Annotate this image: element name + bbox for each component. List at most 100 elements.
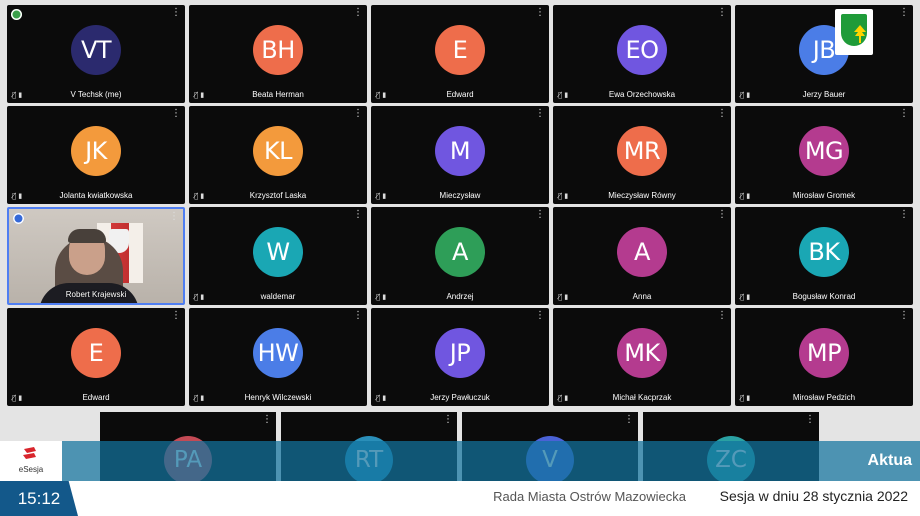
participant-video bbox=[9, 209, 183, 303]
mic-muted-icon: 🎙̸ ▮ bbox=[740, 394, 751, 402]
participant-tile[interactable]: MG Mirosław Gromek 🎙̸ ▮ ⋮ bbox=[735, 106, 913, 204]
participant-name: Michał Kacprzak bbox=[612, 393, 672, 402]
participant-tile[interactable]: E Edward 🎙̸ ▮ ⋮ bbox=[371, 5, 549, 103]
participant-tile[interactable]: MP Mirosław Pedzich 🎙̸ ▮ ⋮ bbox=[735, 308, 913, 406]
more-options-icon[interactable]: ⋮ bbox=[535, 8, 545, 18]
speaker-hair bbox=[68, 229, 106, 243]
participant-name: Jolanta kwiatkowska bbox=[59, 191, 133, 200]
participant-tile[interactable]: A Anna 🎙̸ ▮ ⋮ bbox=[553, 207, 731, 305]
more-options-icon[interactable]: ⋮ bbox=[171, 8, 181, 18]
more-options-icon[interactable]: ⋮ bbox=[717, 109, 727, 119]
participant-tile[interactable]: EO Ewa Orzechowska 🎙̸ ▮ ⋮ bbox=[553, 5, 731, 103]
participant-avatar: MG bbox=[799, 126, 849, 176]
participant-avatar: A bbox=[435, 227, 485, 277]
more-options-icon[interactable]: ⋮ bbox=[899, 311, 909, 321]
participant-tile[interactable]: MR Mieczysław Równy 🎙̸ ▮ ⋮ bbox=[553, 106, 731, 204]
participant-name: Krzysztof Laska bbox=[249, 191, 307, 200]
more-options-icon[interactable]: ⋮ bbox=[353, 8, 363, 18]
participant-tile[interactable]: HW Henryk Wilczewski 🎙̸ ▮ ⋮ bbox=[189, 308, 367, 406]
clock: 15:12 bbox=[0, 481, 78, 516]
mic-muted-icon: 🎙̸ ▮ bbox=[12, 91, 23, 99]
participant-tile[interactable]: JB Jerzy Bauer 🎙̸ ▮ ⋮ bbox=[735, 5, 913, 103]
pin-icon[interactable] bbox=[11, 9, 22, 20]
participant-name: Jerzy Pawłuczuk bbox=[430, 393, 490, 402]
participant-name: Mieczysław bbox=[439, 191, 481, 200]
mic-muted-icon: 🎙̸ ▮ bbox=[12, 394, 23, 402]
more-options-icon[interactable]: ⋮ bbox=[353, 109, 363, 119]
participant-avatar: MK bbox=[617, 328, 667, 378]
mic-muted-icon: 🎙̸ ▮ bbox=[194, 192, 205, 200]
participant-tile[interactable]: Robert Krajewski ⋮ bbox=[7, 207, 185, 305]
more-options-icon[interactable]: ⋮ bbox=[535, 109, 545, 119]
mic-muted-icon: 🎙̸ ▮ bbox=[376, 293, 387, 301]
participant-name: Ewa Orzechowska bbox=[608, 90, 676, 99]
council-name: Rada Miasta Ostrów Mazowiecka bbox=[493, 489, 686, 504]
more-options-icon[interactable]: ⋮ bbox=[262, 415, 272, 425]
more-options-icon[interactable]: ⋮ bbox=[171, 109, 181, 119]
mic-muted-icon: 🎙̸ ▮ bbox=[194, 394, 205, 402]
participant-tile[interactable]: KL Krzysztof Laska 🎙̸ ▮ ⋮ bbox=[189, 106, 367, 204]
more-options-icon[interactable]: ⋮ bbox=[171, 311, 181, 321]
esesja-mark-icon bbox=[23, 447, 36, 459]
participant-name: Bogusław Konrad bbox=[792, 292, 856, 301]
more-options-icon[interactable]: ⋮ bbox=[353, 311, 363, 321]
ticker-text: Aktua bbox=[867, 452, 912, 469]
more-options-icon[interactable]: ⋮ bbox=[169, 212, 179, 222]
participant-tile[interactable]: Wwaldemar 🎙̸ ▮ ⋮ bbox=[189, 207, 367, 305]
more-options-icon[interactable]: ⋮ bbox=[624, 415, 634, 425]
participant-tile[interactable]: JP Jerzy Pawłuczuk 🎙̸ ▮ ⋮ bbox=[371, 308, 549, 406]
esesja-label: eSesja bbox=[18, 465, 44, 474]
mic-muted-icon: 🎙̸ ▮ bbox=[194, 293, 205, 301]
participant-avatar: MR bbox=[617, 126, 667, 176]
participant-name: waldemar bbox=[260, 292, 296, 301]
participant-name: Jerzy Bauer bbox=[802, 90, 846, 99]
participant-name: Mieczysław Równy bbox=[608, 191, 676, 200]
participant-avatar: A bbox=[617, 227, 667, 277]
participant-name: Anna bbox=[632, 292, 652, 301]
more-options-icon[interactable]: ⋮ bbox=[353, 210, 363, 220]
participant-tile[interactable]: JK Jolanta kwiatkowska 🎙̸ ▮ ⋮ bbox=[7, 106, 185, 204]
participant-avatar: E bbox=[71, 328, 121, 378]
participant-name: Robert Krajewski bbox=[65, 290, 127, 299]
mic-muted-icon: 🎙̸ ▮ bbox=[558, 394, 569, 402]
more-options-icon[interactable]: ⋮ bbox=[899, 8, 909, 18]
mic-muted-icon: 🎙̸ ▮ bbox=[376, 91, 387, 99]
mic-muted-icon: 🎙̸ ▮ bbox=[740, 91, 751, 99]
participant-tile[interactable]: BK Bogusław Konrad 🎙̸ ▮ ⋮ bbox=[735, 207, 913, 305]
participant-tile[interactable]: A Andrzej 🎙̸ ▮ ⋮ bbox=[371, 207, 549, 305]
more-options-icon[interactable]: ⋮ bbox=[899, 109, 909, 119]
participant-avatar: EO bbox=[617, 25, 667, 75]
pin-icon[interactable] bbox=[13, 213, 24, 224]
mic-muted-icon: 🎙̸ ▮ bbox=[558, 293, 569, 301]
mic-muted-icon: 🎙̸ ▮ bbox=[558, 192, 569, 200]
more-options-icon[interactable]: ⋮ bbox=[717, 210, 727, 220]
more-options-icon[interactable]: ⋮ bbox=[443, 415, 453, 425]
participant-avatar: VT bbox=[71, 25, 121, 75]
more-options-icon[interactable]: ⋮ bbox=[535, 311, 545, 321]
more-options-icon[interactable]: ⋮ bbox=[717, 311, 727, 321]
mic-muted-icon: 🎙̸ ▮ bbox=[740, 192, 751, 200]
esesja-logo: eSesja bbox=[0, 441, 62, 481]
participant-tile[interactable]: MK Michał Kacprzak 🎙̸ ▮ ⋮ bbox=[553, 308, 731, 406]
participant-avatar: JK bbox=[71, 126, 121, 176]
more-options-icon[interactable]: ⋮ bbox=[805, 415, 815, 425]
participant-name: Edward bbox=[446, 90, 474, 99]
participant-avatar: HW bbox=[253, 328, 303, 378]
more-options-icon[interactable]: ⋮ bbox=[535, 210, 545, 220]
mic-muted-icon: 🎙̸ ▮ bbox=[740, 293, 751, 301]
participant-avatar: KL bbox=[253, 126, 303, 176]
coat-of-arms-icon bbox=[841, 14, 867, 46]
mic-muted-icon: 🎙̸ ▮ bbox=[376, 192, 387, 200]
participant-tile[interactable]: E Edward 🎙̸ ▮ ⋮ bbox=[7, 308, 185, 406]
mic-muted-icon: 🎙̸ ▮ bbox=[376, 394, 387, 402]
session-title: Sesja w dniu 28 stycznia 2022 bbox=[719, 488, 908, 504]
participant-tile[interactable]: VT V Techsk (me) 🎙̸ ▮ ⋮ bbox=[7, 5, 185, 103]
participant-tile[interactable]: BH Beata Herman 🎙̸ ▮ ⋮ bbox=[189, 5, 367, 103]
more-options-icon[interactable]: ⋮ bbox=[717, 8, 727, 18]
participant-name: Andrzej bbox=[446, 292, 474, 301]
more-options-icon[interactable]: ⋮ bbox=[899, 210, 909, 220]
participant-name: Mirosław Pedzich bbox=[792, 393, 856, 402]
participant-name: Beata Herman bbox=[252, 90, 304, 99]
participant-grid: VT V Techsk (me) 🎙̸ ▮ ⋮ BH Beata Herman 🎙̸ ▮ ⋮ E… bbox=[7, 5, 913, 409]
participant-tile[interactable]: M Mieczysław 🎙̸ ▮ ⋮ bbox=[371, 106, 549, 204]
